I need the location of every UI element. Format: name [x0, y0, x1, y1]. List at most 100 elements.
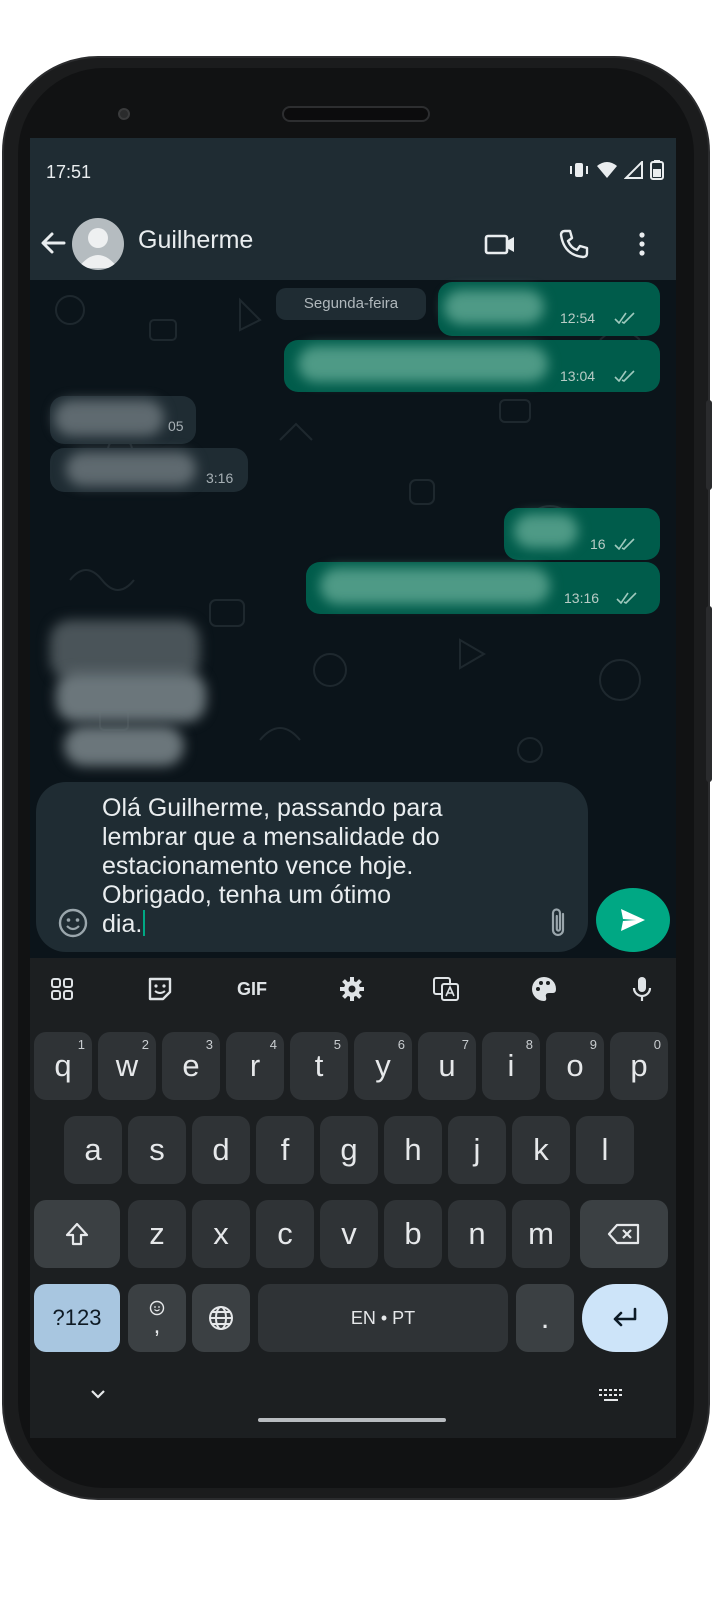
vibrate-icon	[570, 163, 588, 177]
message-bubble-outgoing[interactable]: 16	[504, 508, 660, 560]
keyboard-apps-button[interactable]	[42, 972, 82, 1006]
key-j[interactable]: j	[448, 1116, 506, 1184]
shift-key[interactable]	[34, 1200, 120, 1268]
gesture-home-bar[interactable]	[258, 1418, 446, 1422]
message-time: 05	[168, 418, 184, 434]
blurred-message-text	[66, 452, 196, 486]
key-l[interactable]: l	[576, 1116, 634, 1184]
emoji-icon[interactable]	[56, 906, 90, 940]
power-button	[706, 606, 712, 782]
blurred-message-text	[514, 514, 578, 548]
blurred-message-text	[444, 290, 544, 324]
key-q[interactable]: q1	[34, 1032, 92, 1100]
key-m[interactable]: m	[512, 1200, 570, 1268]
blurred-incoming-message[interactable]	[56, 672, 206, 722]
message-time: 3:16	[206, 470, 234, 486]
key-i[interactable]: i8	[482, 1032, 540, 1100]
key-s[interactable]: s	[128, 1116, 186, 1184]
sticker-button[interactable]	[140, 972, 180, 1006]
key-z[interactable]: z	[128, 1200, 186, 1268]
message-input[interactable]: Olá Guilherme, passando para lembrar que…	[36, 782, 588, 952]
key-p[interactable]: p0	[610, 1032, 668, 1100]
enter-arrow-icon	[613, 1307, 637, 1327]
voice-input-button[interactable]	[622, 972, 662, 1006]
avatar[interactable]	[72, 218, 124, 270]
gear-icon	[340, 977, 364, 1001]
status-bar: 17:51	[30, 138, 676, 208]
key-t[interactable]: t5	[290, 1032, 348, 1100]
key-d[interactable]: d	[192, 1116, 250, 1184]
read-ticks-icon	[614, 538, 635, 550]
emoji-comma-key[interactable]: ,	[128, 1284, 186, 1352]
key-a[interactable]: a	[64, 1116, 122, 1184]
key-w[interactable]: w2	[98, 1032, 156, 1100]
chat-area[interactable]: Segunda-feira 12:54 13:04 05 3:16 16 13:…	[30, 280, 676, 780]
battery-icon	[650, 160, 664, 180]
period-key[interactable]: .	[516, 1284, 574, 1352]
blurred-message-text	[320, 568, 550, 604]
blurred-message-text	[54, 400, 164, 436]
globe-icon	[209, 1306, 233, 1330]
hide-keyboard-chevron-icon[interactable]	[86, 1386, 110, 1402]
read-ticks-icon	[614, 312, 635, 324]
key-v[interactable]: v	[320, 1200, 378, 1268]
blurred-message-text	[298, 346, 548, 382]
video-call-icon[interactable]	[482, 226, 518, 262]
sticker-icon	[148, 977, 172, 1001]
key-b[interactable]: b	[384, 1200, 442, 1268]
message-input-text[interactable]: Olá Guilherme, passando para lembrar que…	[102, 794, 542, 939]
voice-call-icon[interactable]	[556, 226, 592, 262]
theme-button[interactable]	[524, 972, 564, 1006]
key-x[interactable]: x	[192, 1200, 250, 1268]
key-f[interactable]: f	[256, 1116, 314, 1184]
key-n[interactable]: n	[448, 1200, 506, 1268]
signal-icon	[624, 161, 643, 179]
key-k[interactable]: k	[512, 1116, 570, 1184]
palette-icon	[532, 977, 556, 1001]
message-bubble-outgoing[interactable]: 13:16	[306, 562, 660, 614]
message-bubble-incoming[interactable]: 05	[50, 396, 196, 444]
key-c[interactable]: c	[256, 1200, 314, 1268]
language-key[interactable]	[192, 1284, 250, 1352]
microphone-icon	[632, 977, 652, 1001]
key-o[interactable]: o9	[546, 1032, 604, 1100]
key-g[interactable]: g	[320, 1116, 378, 1184]
paperclip-icon[interactable]	[544, 906, 574, 940]
send-button[interactable]	[596, 888, 670, 952]
status-icons	[568, 160, 664, 180]
blurred-incoming-message[interactable]	[50, 620, 200, 680]
key-e[interactable]: e3	[162, 1032, 220, 1100]
translate-icon	[433, 977, 459, 1001]
key-h[interactable]: h	[384, 1116, 442, 1184]
keyboard-switch-icon[interactable]	[596, 1386, 626, 1404]
key-r[interactable]: r4	[226, 1032, 284, 1100]
message-bubble-outgoing[interactable]: 13:04	[284, 340, 660, 392]
default-avatar-icon	[78, 228, 118, 268]
send-arrow-icon	[621, 909, 645, 931]
message-composer: Olá Guilherme, passando para lembrar que…	[30, 780, 676, 958]
message-bubble-outgoing[interactable]: 12:54	[438, 282, 660, 336]
symbols-key[interactable]: ?123	[34, 1284, 120, 1352]
read-ticks-icon	[614, 370, 635, 382]
message-bubble-incoming[interactable]: 3:16	[50, 448, 248, 492]
blurred-incoming-message[interactable]	[64, 726, 184, 766]
front-camera	[118, 108, 130, 120]
chat-header: Guilherme	[30, 208, 676, 280]
backspace-key[interactable]	[580, 1200, 668, 1268]
space-bar[interactable]: EN • PT	[258, 1284, 508, 1352]
keyboard-settings-button[interactable]	[332, 972, 372, 1006]
keyboard-toolbar: GIF	[30, 958, 676, 1020]
enter-key[interactable]	[582, 1284, 668, 1352]
message-time: 13:04	[560, 368, 596, 384]
more-options-icon[interactable]	[624, 226, 660, 262]
message-time: 16	[590, 536, 606, 552]
text-cursor	[143, 910, 146, 936]
volume-button	[706, 400, 712, 490]
contact-name[interactable]: Guilherme	[138, 226, 253, 255]
key-u[interactable]: u7	[418, 1032, 476, 1100]
back-arrow-icon[interactable]	[38, 226, 68, 260]
translate-button[interactable]	[426, 972, 466, 1006]
date-separator: Segunda-feira	[276, 288, 426, 320]
gif-button[interactable]: GIF	[232, 972, 272, 1006]
key-y[interactable]: y6	[354, 1032, 412, 1100]
